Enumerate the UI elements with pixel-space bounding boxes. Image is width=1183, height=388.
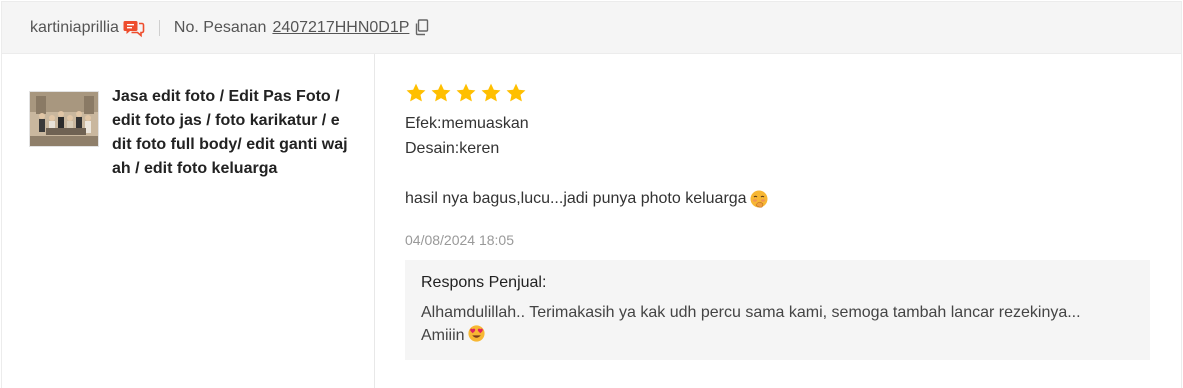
star-icon [456,83,476,102]
star-icon [406,83,426,102]
review-body: Jasa edit foto / Edit Pas Foto / edit fo… [1,54,1182,388]
attribute-efek: Efek:memuaskan [405,115,529,132]
chat-icon[interactable] [123,18,145,38]
heart-eyes-emoji-icon [467,324,486,343]
blushing-emoji-icon [749,189,769,209]
buyer-name[interactable]: kartiniaprillia [30,19,119,37]
review-column: Efek:memuaskan Desain:keren hasil nya ba… [405,54,1165,388]
seller-response: Respons Penjual: Alhamdulillah.. Terimak… [405,260,1150,360]
seller-response-text: Alhamdulillah.. Terimakasih ya kak udh p… [421,302,1081,347]
seller-response-title: Respons Penjual: [421,274,547,291]
order-number-label: No. Pesanan [173,18,267,36]
attribute-desain: Desain:keren [405,140,500,157]
review-timestamp: 04/08/2024 18:05 [405,232,514,248]
product-title[interactable]: Jasa edit foto / Edit Pas Foto / edit fo… [112,85,348,181]
star-rating [405,82,527,104]
star-icon [481,83,501,102]
product-thumbnail[interactable] [29,91,99,147]
star-icon [431,83,451,102]
review-comment: hasil nya bagus,lucu...jadi punya photo … [405,189,769,209]
review-header: kartiniaprillia No. Pesanan 2407217HHN0D… [1,1,1182,54]
seller-response-body: Alhamdulillah.. Terimakasih ya kak udh p… [421,304,1081,344]
review-comment-text: hasil nya bagus,lucu...jadi punya photo … [405,190,747,207]
order-number-link[interactable]: 2407217HHN0D1P [272,19,409,37]
star-icon [506,83,526,102]
product-column: Jasa edit foto / Edit Pas Foto / edit fo… [2,54,375,388]
copy-icon[interactable] [414,18,430,37]
header-divider [158,19,160,36]
